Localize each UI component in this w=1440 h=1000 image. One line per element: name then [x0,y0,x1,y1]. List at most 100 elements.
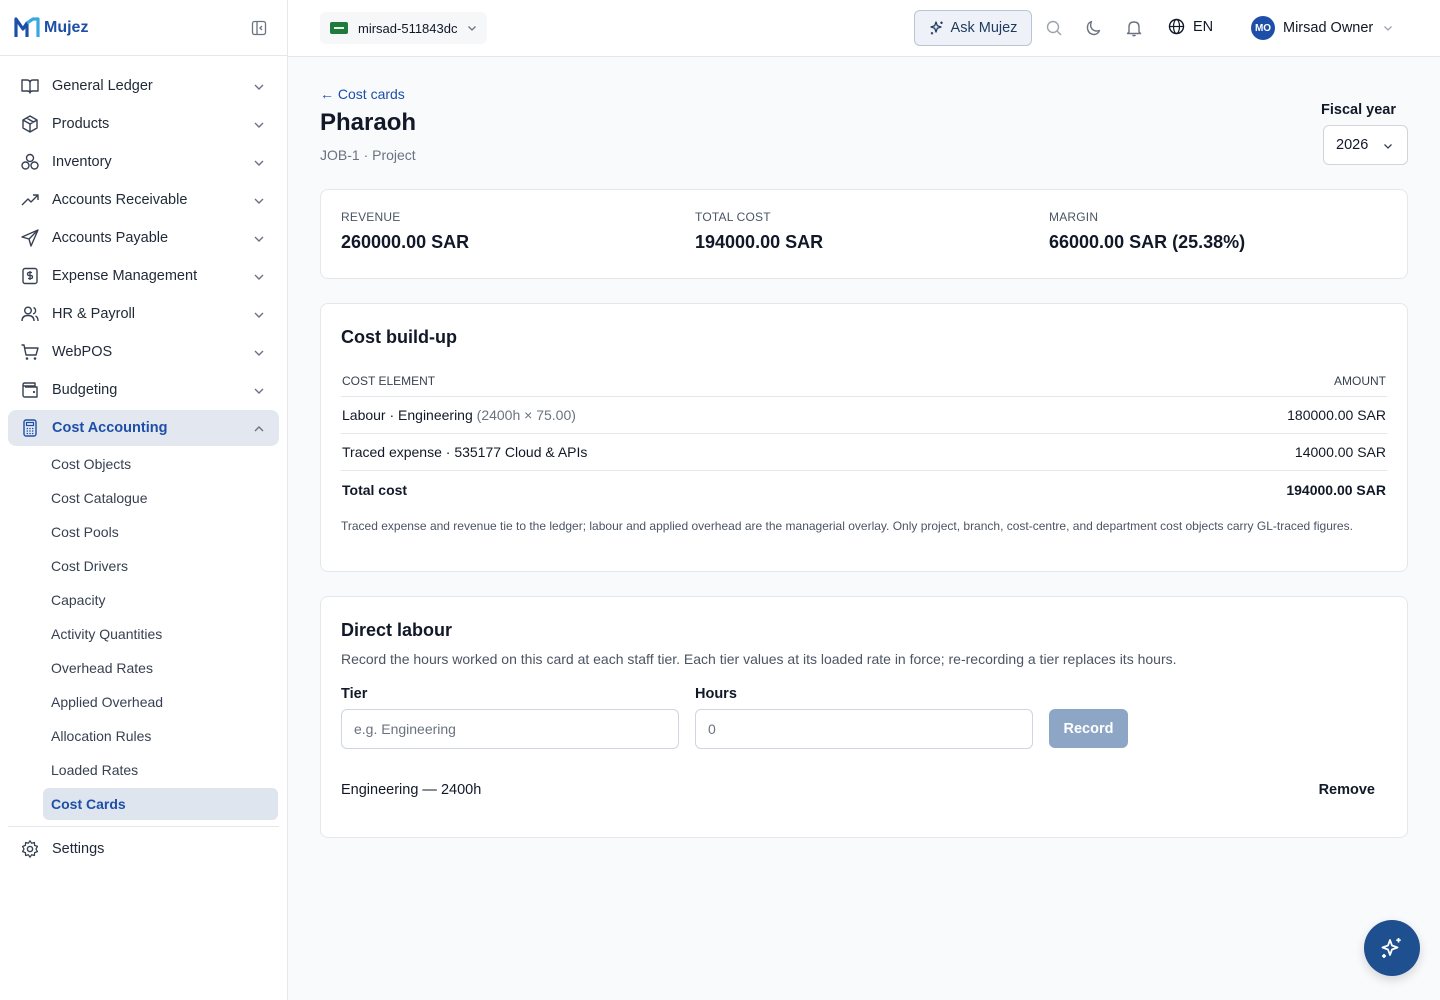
table-row: Traced expense · 535177 Cloud & APIs 140… [341,434,1387,471]
sidebar-item-label: General Ledger [52,78,153,94]
sidebar-subitem-applied-overhead[interactable]: Applied Overhead [43,686,278,718]
sidebar-item-label: Inventory [52,154,112,170]
kpi-label: REVENUE [341,210,401,224]
ask-mujez-button[interactable]: Ask Mujez [914,10,1032,46]
kpi-value: 66000.00 SAR (25.38%) [1049,232,1246,252]
chevron-down-icon [1384,26,1393,31]
fiscal-year-select[interactable]: 2026 [1323,125,1408,165]
language-code: EN [1193,18,1214,35]
chevron-down-icon [468,26,477,31]
fiscal-year-value: 2026 [1336,137,1369,153]
book-icon [20,76,40,96]
topbar: mirsad-511843dc Ask Mujez EN MO Mirsad O… [288,0,1440,57]
sidebar-item-accounts-payable[interactable]: Accounts Payable [8,220,279,256]
sidebar-item-label: Products [52,116,110,132]
sidebar-item-webpos[interactable]: WebPOS [8,334,279,370]
brand-name: Mujez [44,18,89,36]
table-header: COST ELEMENT AMOUNT [341,366,1387,397]
sidebar-item-label: Accounts Payable [52,230,169,246]
total-label: Total cost [342,481,408,498]
user-name: Mirsad Owner [1283,20,1374,36]
remove-entry-button[interactable]: Remove [1319,782,1375,798]
tier-input[interactable] [341,709,679,749]
gear-icon [20,839,40,859]
ask-mujez-label: Ask Mujez [950,20,1018,36]
wallet-icon [20,380,40,400]
sidebar-item-label: Expense Management [52,268,198,284]
sidebar-subitem-cost-drivers[interactable]: Cost Drivers [43,550,278,582]
tenant-switcher[interactable]: mirsad-511843dc [320,12,488,44]
sidebar-item-budgeting[interactable]: Budgeting [8,372,279,408]
sidebar-nav: General Ledger Products Inventory Accoun… [0,56,287,867]
saudi-flag-icon [330,22,348,34]
sidebar-subitem-cost-cards[interactable]: Cost Cards [43,788,278,820]
total-amount: 194000.00 SAR [1286,481,1386,498]
calculator-icon [20,418,40,438]
language-switcher[interactable]: EN [1168,18,1213,35]
sidebar-item-accounts-receivable[interactable]: Accounts Receivable [8,182,279,218]
table-row: Labour · Engineering (2400h × 75.00) 180… [341,397,1387,434]
sidebar-subitem-cost-catalogue[interactable]: Cost Catalogue [43,482,278,514]
cost-element-name: Traced expense · 535177 Cloud & APIs [342,444,588,460]
kpi-value: 260000.00 SAR [341,232,470,252]
sidebar-item-label: Accounts Receivable [52,192,188,208]
page-title: Pharaoh [320,109,417,136]
column-header-element: COST ELEMENT [342,374,436,388]
sidebar-subitem-capacity[interactable]: Capacity [43,584,278,616]
amount-cell: 180000.00 SAR [1287,407,1386,423]
sidebar: Mujez General Ledger Products Inventory … [0,0,288,1000]
boxes-icon [20,152,40,172]
sidebar-subitem-cost-objects[interactable]: Cost Objects [43,448,278,480]
amount-cell: 14000.00 SAR [1294,444,1386,460]
send-icon [20,228,40,248]
sidebar-subitem-overhead-rates[interactable]: Overhead Rates [43,652,278,684]
sidebar-item-label: Budgeting [52,382,118,398]
sidebar-subitem-loaded-rates[interactable]: Loaded Rates [43,754,278,786]
kpi-revenue: REVENUE 260000.00 SAR [341,210,469,253]
sidebar-item-general-ledger[interactable]: General Ledger [8,68,279,104]
trend-up-icon [20,190,40,210]
column-header-amount: AMOUNT [1334,374,1386,388]
sidebar-item-label: HR & Payroll [52,306,135,322]
sidebar-item-inventory[interactable]: Inventory [8,144,279,180]
users-icon [20,304,40,324]
kpi-label: TOTAL COST [695,210,771,224]
cost-buildup-card: Cost build-up COST ELEMENT AMOUNT Labour… [320,303,1408,572]
tier-label: Tier [341,686,368,702]
sidebar-item-expense-management[interactable]: Expense Management [8,258,279,294]
sidebar-item-label: Settings [52,841,105,857]
sidebar-item-label: WebPOS [52,344,113,360]
record-button[interactable]: Record [1049,709,1128,748]
cost-buildup-table: COST ELEMENT AMOUNT Labour · Engineering… [341,366,1387,508]
receipt-icon [20,266,40,286]
back-to-cost-cards-link[interactable]: ← Cost cards [320,86,405,102]
cost-accounting-submenu: Cost Objects Cost Catalogue Cost Pools C… [0,448,287,820]
moon-icon[interactable] [1085,19,1103,37]
chevron-down-icon [254,236,264,242]
kpi-summary-card: REVENUE 260000.00 SAR TOTAL COST 194000.… [320,189,1408,279]
sidebar-subitem-activity-quantities[interactable]: Activity Quantities [43,618,278,650]
sidebar-collapse-icon[interactable] [251,20,267,36]
bell-icon[interactable] [1125,19,1143,37]
sidebar-item-cost-accounting[interactable]: Cost Accounting [8,410,279,446]
sidebar-subitem-cost-pools[interactable]: Cost Pools [43,516,278,548]
search-icon[interactable] [1045,19,1063,37]
sidebar-item-settings[interactable]: Settings [8,831,279,867]
user-menu[interactable]: MO Mirsad Owner [1251,16,1393,40]
assistant-fab-button[interactable] [1364,920,1420,976]
sidebar-item-hr-payroll[interactable]: HR & Payroll [8,296,279,332]
sidebar-item-label: Cost Accounting [52,420,168,436]
direct-labour-card: Direct labour Record the hours worked on… [320,596,1408,838]
chevron-down-icon [1384,144,1392,149]
brand-header: Mujez [0,0,287,56]
chevron-down-icon [254,350,264,356]
sidebar-item-products[interactable]: Products [8,106,279,142]
hours-input[interactable] [695,709,1033,749]
tenant-name: mirsad-511843dc [358,20,458,36]
mujez-logo [14,16,40,37]
cost-element-detail: (2400h × 75.00) [476,407,576,423]
kpi-total-cost: TOTAL COST 194000.00 SAR [695,210,823,253]
sidebar-subitem-allocation-rules[interactable]: Allocation Rules [43,720,278,752]
box-icon [20,114,40,134]
table-total-row: Total cost 194000.00 SAR [341,471,1387,508]
